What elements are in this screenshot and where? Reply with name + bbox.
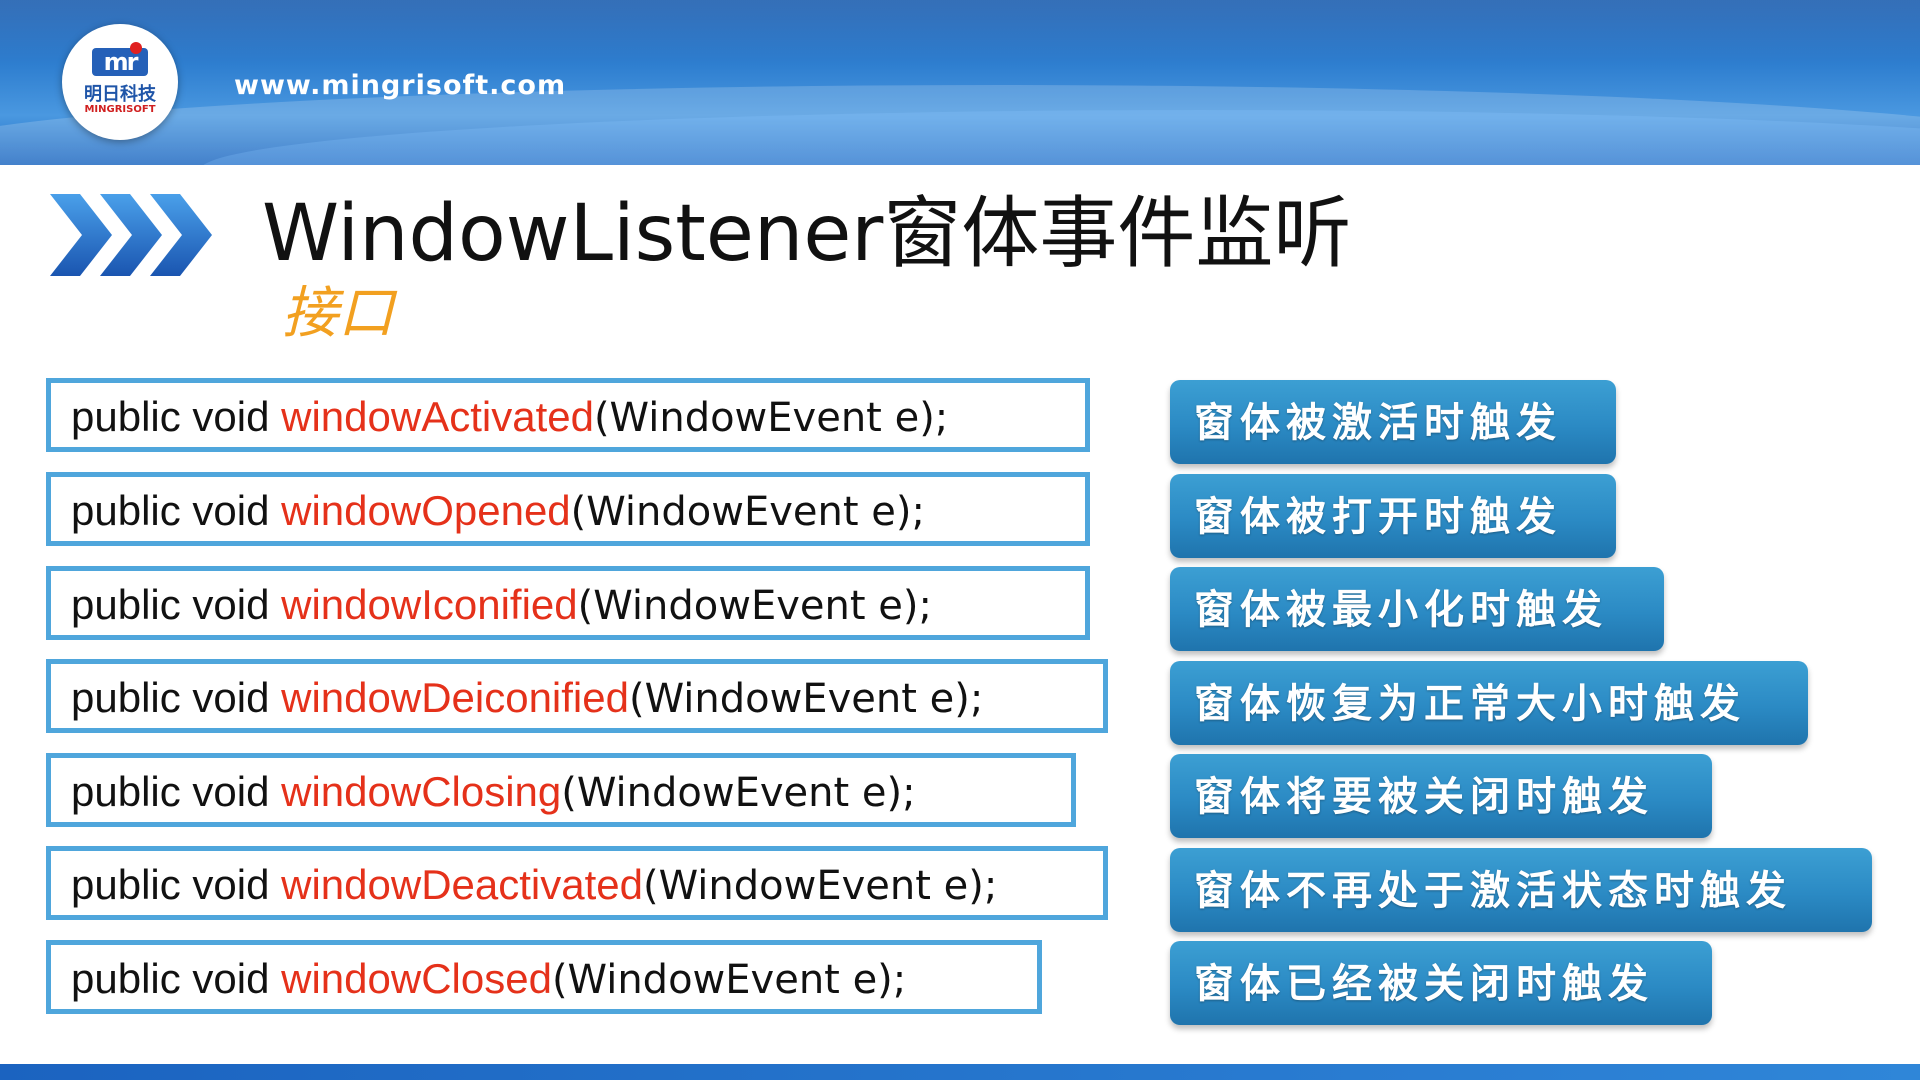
method-box: public void windowClosed(WindowEvent e); bbox=[46, 940, 1042, 1014]
description-text: 窗体将要被关闭时触发 bbox=[1194, 773, 1654, 820]
method-params: (WindowEvent e); bbox=[593, 395, 949, 441]
mingrisoft-logo: mr 明日科技 MINGRISOFT bbox=[62, 24, 178, 140]
method-params: (WindowEvent e); bbox=[628, 676, 984, 722]
method-box: public void windowDeiconified(WindowEven… bbox=[46, 659, 1108, 733]
method-name: windowClosing bbox=[281, 768, 562, 815]
slide-subtitle: 接口 bbox=[282, 281, 394, 346]
description-text: 窗体被最小化时触发 bbox=[1194, 586, 1608, 633]
method-name: windowDeiconified bbox=[281, 674, 629, 721]
method-prefix: public void bbox=[71, 674, 282, 721]
method-name: windowDeactivated bbox=[281, 861, 643, 908]
method-description: 窗体不再处于激活状态时触发 bbox=[1170, 848, 1872, 932]
method-description: 窗体已经被关闭时触发 bbox=[1170, 941, 1712, 1025]
slide-title: WindowListener窗体事件监听 bbox=[262, 189, 1352, 279]
method-box: public void windowClosing(WindowEvent e)… bbox=[46, 753, 1076, 827]
method-name: windowActivated bbox=[281, 393, 594, 440]
method-prefix: public void bbox=[71, 861, 282, 908]
description-text: 窗体被激活时触发 bbox=[1194, 399, 1562, 446]
method-description: 窗体将要被关闭时触发 bbox=[1170, 754, 1712, 838]
method-prefix: public void bbox=[71, 768, 282, 815]
method-prefix: public void bbox=[71, 393, 282, 440]
method-signature: public void windowDeactivated(WindowEven… bbox=[71, 861, 997, 910]
footer-bar bbox=[0, 1064, 1920, 1080]
method-name: windowIconified bbox=[281, 581, 578, 628]
method-params: (WindowEvent e); bbox=[577, 583, 932, 629]
site-url: www.mingrisoft.com bbox=[234, 70, 567, 101]
header-banner: mr 明日科技 MINGRISOFT www.mingrisoft.com bbox=[0, 0, 1920, 165]
method-box: public void windowOpened(WindowEvent e); bbox=[46, 472, 1090, 546]
method-name: windowClosed bbox=[281, 955, 552, 1002]
logo-dot bbox=[130, 42, 142, 54]
method-name: windowOpened bbox=[281, 487, 571, 534]
method-params: (WindowEvent e); bbox=[570, 489, 925, 535]
method-params: (WindowEvent e); bbox=[551, 957, 907, 1003]
method-prefix: public void bbox=[71, 955, 282, 1002]
method-signature: public void windowClosed(WindowEvent e); bbox=[71, 955, 906, 1004]
logo-cn-name: 明日科技 bbox=[84, 84, 156, 105]
method-description: 窗体被激活时触发 bbox=[1170, 380, 1616, 464]
method-signature: public void windowClosing(WindowEvent e)… bbox=[71, 768, 916, 817]
method-description: 窗体被最小化时触发 bbox=[1170, 567, 1664, 651]
method-params: (WindowEvent e); bbox=[561, 770, 916, 816]
method-signature: public void windowOpened(WindowEvent e); bbox=[71, 487, 925, 536]
method-description: 窗体恢复为正常大小时触发 bbox=[1170, 661, 1808, 745]
method-box: public void windowIconified(WindowEvent … bbox=[46, 566, 1090, 640]
method-signature: public void windowIconified(WindowEvent … bbox=[71, 581, 932, 630]
description-text: 窗体已经被关闭时触发 bbox=[1194, 960, 1654, 1007]
method-description: 窗体被打开时触发 bbox=[1170, 474, 1616, 558]
method-params: (WindowEvent e); bbox=[643, 863, 998, 909]
method-box: public void windowDeactivated(WindowEven… bbox=[46, 846, 1108, 920]
description-text: 窗体被打开时触发 bbox=[1194, 493, 1562, 540]
header-shine bbox=[0, 0, 1920, 60]
description-text: 窗体不再处于激活状态时触发 bbox=[1194, 867, 1792, 914]
logo-en-name: MINGRISOFT bbox=[84, 104, 156, 115]
description-text: 窗体恢复为正常大小时触发 bbox=[1194, 680, 1746, 727]
method-signature: public void windowActivated(WindowEvent … bbox=[71, 393, 948, 442]
method-prefix: public void bbox=[71, 487, 282, 534]
method-signature: public void windowDeiconified(WindowEven… bbox=[71, 674, 983, 723]
method-box: public void windowActivated(WindowEvent … bbox=[46, 378, 1090, 452]
method-prefix: public void bbox=[71, 581, 282, 628]
chevron-arrows-icon bbox=[50, 194, 212, 276]
